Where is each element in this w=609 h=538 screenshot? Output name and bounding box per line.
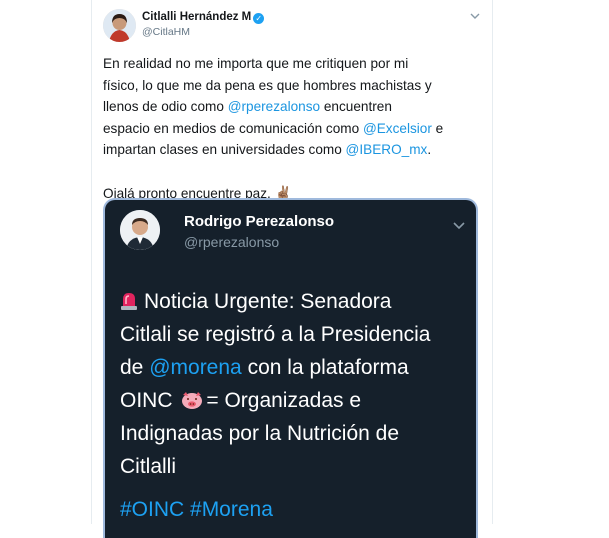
tweet-text: En realidad no me importa que me critiqu…	[103, 53, 488, 204]
embedded-author-name: Rodrigo Perezalonso	[184, 213, 335, 230]
hashtags: #OINC #Morena	[120, 498, 273, 521]
tweet-line: llenos de odio como @rperezalonso encuen…	[103, 99, 392, 115]
siren-emoji	[121, 293, 137, 310]
mention-ibero-link[interactable]: @IBERO_mx	[346, 142, 428, 157]
mention-excelsior-link[interactable]: @Excelsior	[363, 121, 432, 136]
chevron-down-icon[interactable]	[469, 10, 481, 22]
embedded-avatar	[120, 210, 160, 250]
embedded-line: OINC = Organizadas e	[120, 389, 362, 412]
avatar[interactable]	[103, 9, 136, 42]
author-handle[interactable]: @CitlaHM	[142, 26, 190, 38]
tweet-line: En realidad no me importa que me critiqu…	[103, 56, 409, 71]
chevron-down-icon	[453, 222, 465, 230]
embedded-line: Indignadas por la Nutrición de	[120, 422, 400, 445]
pig-face-emoji	[182, 392, 203, 409]
embedded-author-handle: @rperezalonso	[184, 234, 280, 250]
embedded-tweet-image[interactable]: Rodrigo Perezalonso @rperezalonso Notici…	[103, 198, 478, 538]
tweet-line: físico, lo que me da pena es que hombres…	[103, 77, 432, 93]
mention-rperezalonso-link[interactable]: @rperezalonso	[228, 99, 320, 114]
mention-morena-link: @morena	[149, 356, 242, 379]
embedded-line: Noticia Urgente: Senadora	[120, 285, 470, 318]
embedded-tweet-text: Noticia Urgente: Senadora Citlali se reg…	[120, 285, 470, 526]
embedded-line: Citlali se registró a la Presidencia	[120, 323, 431, 346]
tweet-line: impartan clases en universidades como @I…	[103, 142, 432, 158]
verified-badge-icon: ✓	[253, 13, 265, 24]
author-name[interactable]: Citlalli Hernández M ✓	[142, 11, 265, 24]
tweet-line: espacio en medios de comunicación como @…	[103, 120, 444, 136]
embedded-line: Citlalli	[120, 455, 177, 478]
embedded-line: de @morena con la plataforma	[120, 356, 409, 379]
